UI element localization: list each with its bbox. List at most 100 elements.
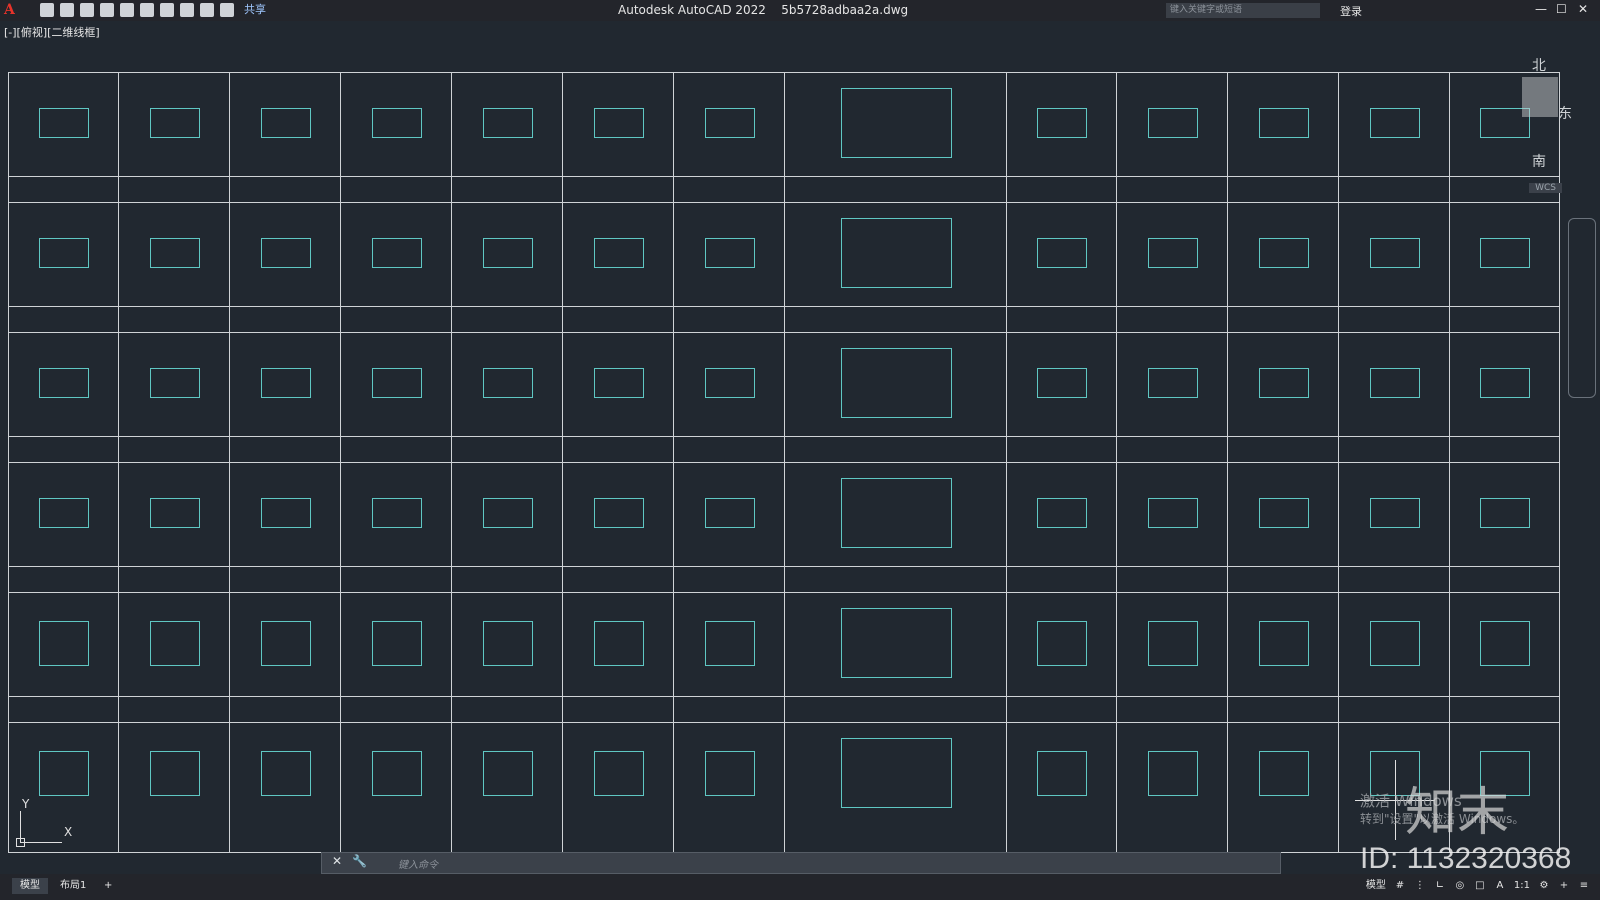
login-button[interactable]: 登录 (1340, 3, 1362, 19)
cad-block-symbol[interactable] (840, 88, 952, 158)
cad-block-symbol[interactable] (260, 238, 311, 268)
block-cell[interactable] (1338, 72, 1450, 203)
cad-block-symbol[interactable] (482, 368, 533, 398)
cad-block-symbol[interactable] (149, 498, 200, 528)
cad-block-symbol[interactable] (260, 108, 311, 138)
scale-button[interactable]: 1:1 (1514, 878, 1530, 894)
viewcube-south[interactable]: 南 (1532, 151, 1546, 171)
block-cell[interactable] (229, 202, 341, 333)
cad-block-symbol[interactable] (39, 620, 89, 666)
block-cell[interactable] (562, 722, 674, 853)
block-cell[interactable] (784, 592, 1007, 723)
workspace-icon[interactable] (220, 3, 234, 17)
cad-block-symbol[interactable] (1147, 238, 1198, 268)
cad-block-symbol[interactable] (593, 750, 644, 796)
block-cell[interactable] (118, 462, 230, 593)
cad-block-symbol[interactable] (1258, 620, 1309, 666)
block-cell[interactable] (229, 72, 341, 203)
cad-block-symbol[interactable] (371, 620, 422, 666)
cad-block-symbol[interactable] (1369, 498, 1420, 528)
cad-block-symbol[interactable] (1480, 238, 1530, 268)
block-cell[interactable] (8, 462, 119, 593)
annotation-icon[interactable]: A (1494, 878, 1506, 894)
redo-icon[interactable] (200, 3, 214, 17)
cad-block-symbol[interactable] (1147, 108, 1198, 138)
cad-block-symbol[interactable] (1369, 368, 1420, 398)
application-menu-button[interactable]: A (4, 2, 15, 18)
block-cell[interactable] (118, 722, 230, 853)
block-cell[interactable] (673, 72, 785, 203)
block-cell[interactable] (1227, 722, 1339, 853)
cad-block-symbol[interactable] (149, 750, 200, 796)
cad-block-symbol[interactable] (371, 108, 422, 138)
cad-block-symbol[interactable] (482, 620, 533, 666)
save-as-icon[interactable] (100, 3, 114, 17)
block-cell[interactable] (1449, 462, 1560, 593)
block-cell[interactable] (451, 72, 563, 203)
block-cell[interactable] (1116, 592, 1228, 723)
cad-block-symbol[interactable] (593, 238, 644, 268)
block-cell[interactable] (1338, 592, 1450, 723)
cad-block-symbol[interactable] (704, 368, 755, 398)
cad-block-symbol[interactable] (149, 238, 200, 268)
cad-block-symbol[interactable] (1147, 498, 1198, 528)
block-cell[interactable] (340, 722, 452, 853)
tab-add[interactable]: + (96, 878, 120, 894)
block-cell[interactable] (1116, 332, 1228, 463)
block-cell[interactable] (8, 72, 119, 203)
cad-block-symbol[interactable] (840, 608, 952, 678)
block-cell[interactable] (1227, 202, 1339, 333)
cad-block-symbol[interactable] (704, 108, 755, 138)
cad-block-symbol[interactable] (1037, 750, 1087, 796)
new-file-icon[interactable] (40, 3, 54, 17)
block-cell[interactable] (229, 332, 341, 463)
cad-block-symbol[interactable] (593, 498, 644, 528)
customize-icon[interactable]: 🔧 (352, 854, 367, 868)
cad-block-symbol[interactable] (260, 498, 311, 528)
cad-block-symbol[interactable] (371, 498, 422, 528)
cad-block-symbol[interactable] (149, 108, 200, 138)
block-cell[interactable] (784, 462, 1007, 593)
minimize-icon[interactable]: — (1535, 2, 1547, 16)
block-cell[interactable] (118, 592, 230, 723)
cad-block-symbol[interactable] (593, 108, 644, 138)
cad-block-symbol[interactable] (39, 108, 89, 138)
block-cell[interactable] (673, 592, 785, 723)
block-cell[interactable] (451, 592, 563, 723)
osnap-icon[interactable]: □ (1474, 878, 1486, 894)
cad-block-symbol[interactable] (704, 498, 755, 528)
cad-block-symbol[interactable] (1037, 108, 1087, 138)
block-cell[interactable] (784, 202, 1007, 333)
cad-block-symbol[interactable] (1369, 620, 1420, 666)
block-cell[interactable] (562, 462, 674, 593)
block-cell[interactable] (562, 592, 674, 723)
viewcube-north[interactable]: 北 (1532, 55, 1546, 75)
cad-block-symbol[interactable] (482, 750, 533, 796)
block-cell[interactable] (451, 462, 563, 593)
block-cell[interactable] (784, 72, 1007, 203)
block-cell[interactable] (673, 332, 785, 463)
block-cell[interactable] (673, 202, 785, 333)
cad-block-symbol[interactable] (371, 750, 422, 796)
plus-icon[interactable]: + (1558, 878, 1570, 894)
block-cell[interactable] (1338, 332, 1450, 463)
block-cell[interactable] (1338, 202, 1450, 333)
block-cell[interactable] (1227, 592, 1339, 723)
block-cell[interactable] (1006, 332, 1117, 463)
open-file-icon[interactable] (60, 3, 74, 17)
gear-icon[interactable]: ⚙ (1538, 878, 1550, 894)
block-cell[interactable] (1449, 592, 1560, 723)
block-cell[interactable] (1227, 462, 1339, 593)
block-cell[interactable] (1116, 202, 1228, 333)
command-input[interactable]: 键入命令 (398, 856, 438, 871)
cad-block-symbol[interactable] (840, 738, 952, 808)
block-cell[interactable] (562, 72, 674, 203)
cad-block-symbol[interactable] (1480, 368, 1530, 398)
cad-block-symbol[interactable] (1258, 498, 1309, 528)
block-cell[interactable] (451, 722, 563, 853)
undo-icon[interactable] (180, 3, 194, 17)
block-cell[interactable] (340, 592, 452, 723)
block-cell[interactable] (340, 72, 452, 203)
cad-block-symbol[interactable] (1147, 620, 1198, 666)
cad-block-symbol[interactable] (1258, 368, 1309, 398)
